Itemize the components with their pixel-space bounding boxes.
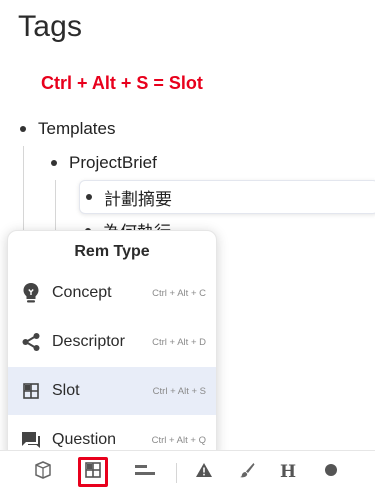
popup-title: Rem Type: [74, 243, 150, 260]
menu-item-label: Question: [52, 431, 117, 448]
divider-lines-icon: [134, 462, 156, 483]
cube-icon: [33, 460, 53, 485]
page-title: Tags: [18, 10, 83, 43]
share-nodes-icon: [20, 331, 42, 353]
menu-item-concept[interactable]: Concept Ctrl + Alt + C: [8, 269, 216, 317]
menu-item-shortcut: Ctrl + Alt + Q: [151, 434, 206, 446]
lightbulb-icon: [20, 282, 42, 304]
bullet-text[interactable]: ProjectBrief: [69, 153, 157, 173]
circle-icon: [324, 463, 338, 482]
bullet-text[interactable]: Templates: [38, 119, 115, 139]
menu-item-slot[interactable]: Slot Ctrl + Alt + S: [8, 367, 216, 415]
warning-button[interactable]: [189, 457, 219, 487]
formatting-toolbar: H: [0, 450, 375, 491]
menu-item-shortcut: Ctrl + Alt + D: [152, 336, 206, 348]
rem-type-popup: Rem Type Concept Ctrl + Alt + C Descript…: [7, 230, 217, 462]
menu-item-label: Slot: [52, 382, 80, 399]
brush-icon: [239, 462, 255, 483]
bullet-projectbrief[interactable]: ProjectBrief: [51, 153, 157, 173]
cube-button[interactable]: [28, 457, 58, 487]
menu-item-label: Concept: [52, 284, 112, 301]
slot-grid-icon: [85, 461, 101, 483]
tree-guide-line: [55, 180, 56, 234]
question-chat-icon: [20, 429, 42, 451]
menu-item-shortcut: Ctrl + Alt + S: [152, 385, 206, 397]
bullet-dot[interactable]: [20, 126, 26, 132]
slot-grid-icon: [20, 380, 42, 402]
warning-icon: [195, 462, 213, 483]
toolbar-separator: [176, 463, 177, 483]
divider-button[interactable]: [130, 457, 160, 487]
heading-icon: H: [279, 462, 297, 482]
menu-item-shortcut: Ctrl + Alt + C: [152, 287, 206, 299]
color-circle-button[interactable]: [316, 457, 346, 487]
bullet-dot[interactable]: [86, 194, 92, 200]
rem-text-input[interactable]: 計劃摘要: [104, 185, 172, 210]
highlight-brush-button[interactable]: [232, 457, 262, 487]
focused-rem[interactable]: 計劃摘要: [79, 180, 375, 214]
heading-button[interactable]: H: [273, 457, 303, 487]
slot-type-button[interactable]: [78, 457, 108, 487]
bullet-dot[interactable]: [51, 160, 57, 166]
bullet-templates[interactable]: Templates: [20, 119, 115, 139]
menu-item-descriptor[interactable]: Descriptor Ctrl + Alt + D: [8, 318, 216, 366]
hotkey-hint: Ctrl + Alt + S = Slot: [41, 73, 203, 93]
menu-item-label: Descriptor: [52, 333, 125, 350]
